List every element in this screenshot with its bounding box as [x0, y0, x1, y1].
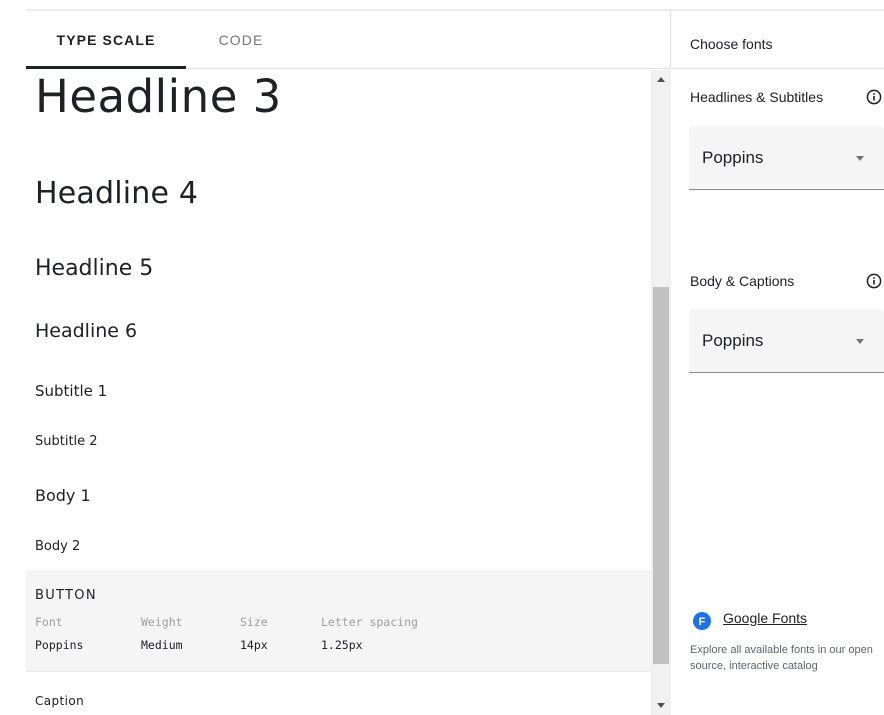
- body-font-value: Poppins: [702, 331, 764, 350]
- scroll-thumb[interactable]: [653, 287, 669, 664]
- headline-4-sample: Headline 4: [35, 176, 199, 211]
- body-captions-label: Body & Captions: [690, 273, 795, 289]
- body-1-sample: Body 1: [35, 486, 91, 505]
- choose-fonts-panel: Choose fonts Headlines & Subtitles Poppi…: [672, 11, 884, 715]
- font-header: Font: [35, 615, 63, 629]
- tab-bar: TYPE SCALE CODE: [26, 11, 671, 69]
- button-sample: BUTTON: [35, 588, 97, 603]
- subtitle-2-sample: Subtitle 2: [35, 434, 98, 449]
- headlines-subtitles-label: Headlines & Subtitles: [690, 89, 824, 105]
- caption-sample: Caption: [35, 694, 85, 708]
- chevron-down-icon: [856, 156, 864, 161]
- letter-spacing-value: 1.25px: [321, 638, 363, 652]
- scroll-down-arrow[interactable]: [651, 695, 671, 715]
- size-header: Size: [240, 615, 268, 629]
- tab-type-scale[interactable]: TYPE SCALE: [26, 11, 186, 69]
- headlines-font-value: Poppins: [702, 148, 764, 167]
- size-value: 14px: [240, 638, 268, 652]
- tab-code[interactable]: CODE: [186, 11, 296, 69]
- headline-6-sample: Headline 6: [35, 320, 138, 342]
- divider: [672, 68, 884, 69]
- headline-5-sample: Headline 5: [35, 256, 154, 281]
- weight-header: Weight: [141, 615, 183, 629]
- body-font-select[interactable]: Poppins: [689, 309, 884, 373]
- body-2-sample: Body 2: [35, 539, 81, 554]
- font-value: Poppins: [35, 638, 84, 652]
- info-icon[interactable]: [866, 89, 882, 105]
- headlines-font-select[interactable]: Poppins: [689, 126, 884, 190]
- type-scale-list[interactable]: Headline 3 Headline 4 Headline 5 Headlin…: [26, 70, 651, 715]
- svg-text:F: F: [699, 616, 706, 628]
- weight-value: Medium: [141, 638, 183, 652]
- google-fonts-description: Explore all available fonts in our open …: [690, 644, 873, 672]
- headline-3-sample: Headline 3: [35, 70, 282, 123]
- type-scale-panel: TYPE SCALE CODE Headline 3 Headline 4 He…: [26, 11, 671, 715]
- button-style-row[interactable]: BUTTON Font Weight Size Letter spacing P…: [26, 571, 651, 672]
- google-fonts-link[interactable]: Google Fonts: [723, 610, 807, 626]
- letter-spacing-header: Letter spacing: [321, 615, 418, 629]
- panel-title: Choose fonts: [690, 36, 773, 52]
- scrollbar[interactable]: [651, 70, 671, 715]
- subtitle-1-sample: Subtitle 1: [35, 382, 108, 400]
- info-icon[interactable]: [866, 273, 882, 289]
- scroll-up-arrow[interactable]: [651, 70, 671, 90]
- active-tab-indicator: [26, 66, 186, 69]
- google-fonts-icon: F: [693, 612, 711, 630]
- chevron-down-icon: [856, 339, 864, 344]
